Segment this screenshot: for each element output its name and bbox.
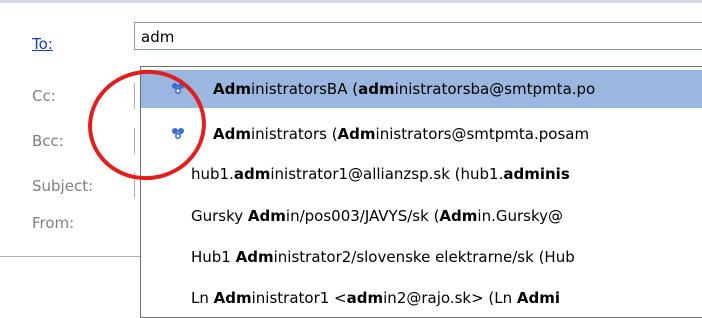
suggestion-text: AdministratorsBA (administratorsba@smtpm… (213, 80, 596, 98)
suggestion-text: hub1.administrator1@allianzsp.sk (hub1.a… (191, 165, 570, 183)
suggestion-item[interactable]: Hub1 Administrator2/slovenske elektrarne… (141, 238, 702, 276)
to-label[interactable]: To: (32, 35, 53, 53)
autocomplete-dropdown: AdministratorsBA (administratorsba@smtpm… (140, 66, 702, 318)
group-icon (172, 83, 184, 94)
suggestion-item[interactable]: Administrators (Administrators@smtpmta.p… (141, 115, 702, 153)
subject-label: Subject: (32, 177, 94, 195)
bcc-label: Bcc: (32, 132, 64, 150)
suggestion-text: Ln Administrator1 <admin2@rajo.sk> (Ln A… (191, 289, 561, 307)
cc-label: Cc: (32, 87, 56, 105)
suggestion-text: Administrators (Administrators@smtpmta.p… (213, 125, 590, 143)
suggestion-item[interactable]: hub1.administrator1@allianzsp.sk (hub1.a… (141, 155, 702, 193)
suggestion-item[interactable]: AdministratorsBA (administratorsba@smtpm… (141, 70, 702, 108)
suggestion-text: Gursky Admin/pos003/JAVYS/sk (Admin.Gurs… (191, 207, 563, 225)
from-label: From: (32, 214, 75, 232)
to-field[interactable]: adm (134, 22, 702, 50)
suggestion-item[interactable]: Gursky Admin/pos003/JAVYS/sk (Admin.Gurs… (141, 197, 702, 235)
suggestion-text: Hub1 Administrator2/slovenske elektrarne… (191, 248, 575, 266)
suggestion-item[interactable]: Ln Administrator1 <admin2@rajo.sk> (Ln A… (141, 279, 702, 317)
group-icon (172, 128, 184, 139)
